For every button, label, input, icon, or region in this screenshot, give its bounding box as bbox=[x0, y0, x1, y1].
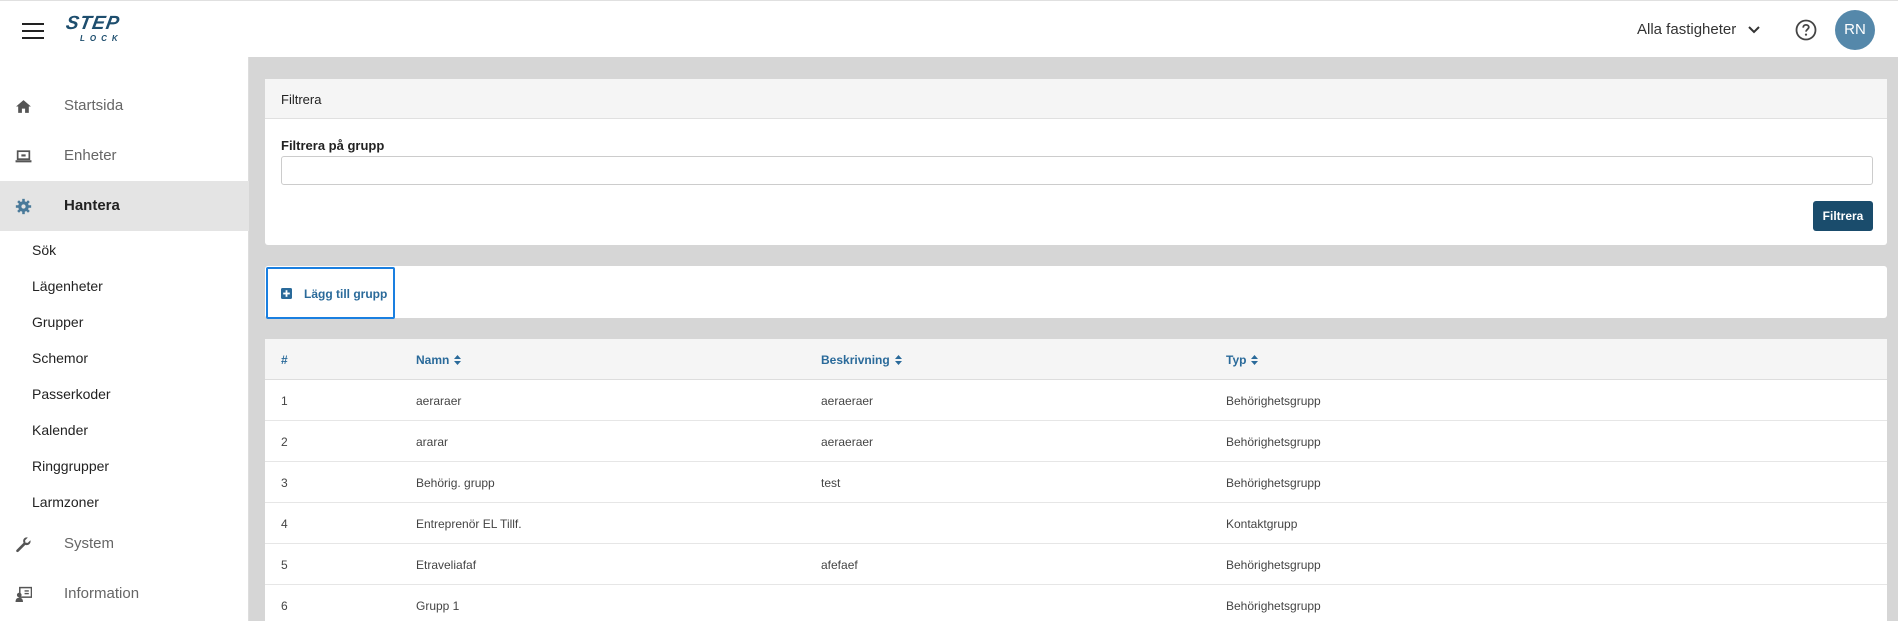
subnav-item-lagenheter[interactable]: Lägenheter bbox=[32, 278, 103, 294]
cell-namn: Behörig. grupp bbox=[416, 476, 495, 490]
filter-panel: Filtrera Filtrera på grupp Filtrera bbox=[265, 79, 1887, 245]
table-row[interactable]: 6 Grupp 1 Behörighetsgrupp bbox=[265, 585, 1887, 621]
filter-panel-title: Filtrera bbox=[281, 92, 322, 107]
plus-square-icon bbox=[281, 288, 292, 299]
logo-sub-text: LOCK bbox=[80, 34, 123, 43]
table-row[interactable]: 5 Etraveliafaf afefaef Behörighetsgrupp bbox=[265, 544, 1887, 585]
groups-table: # Namn Beskrivning Typ 1 aeraraer aeraer… bbox=[265, 339, 1887, 621]
sidebar-item-enheter[interactable]: Enheter bbox=[0, 131, 249, 181]
cell-namn: Etraveliafaf bbox=[416, 558, 477, 572]
column-header-namn[interactable]: Namn bbox=[416, 353, 462, 367]
top-bar: STEP LOCK Alla fastigheter RN bbox=[0, 0, 1898, 57]
add-group-panel: Lägg till grupp bbox=[265, 266, 1887, 319]
sidebar-item-information[interactable]: Information bbox=[0, 569, 249, 619]
cell-beskrivning: afefaef bbox=[821, 558, 858, 572]
cell-number: 5 bbox=[281, 558, 288, 572]
subnav-item-larmzoner[interactable]: Larmzoner bbox=[32, 494, 99, 510]
table-row[interactable]: 3 Behörig. grupp test Behörighetsgrupp bbox=[265, 462, 1887, 503]
steplock-logo[interactable]: STEP LOCK bbox=[62, 13, 142, 47]
info-person-icon bbox=[15, 586, 32, 602]
subnav-item-ringgrupper[interactable]: Ringgrupper bbox=[32, 458, 109, 474]
sidebar-item-label: Enheter bbox=[64, 147, 117, 164]
laptop-icon bbox=[15, 150, 32, 163]
add-group-label: Lägg till grupp bbox=[304, 287, 388, 301]
sidebar-item-hantera[interactable]: Hantera bbox=[0, 181, 249, 231]
home-icon bbox=[16, 100, 31, 113]
column-header-label: Typ bbox=[1226, 353, 1247, 367]
sidebar-item-system[interactable]: System bbox=[0, 519, 249, 569]
cell-typ: Behörighetsgrupp bbox=[1226, 435, 1321, 449]
cell-number: 6 bbox=[281, 599, 288, 613]
column-header-label: # bbox=[281, 353, 288, 367]
column-header-number[interactable]: # bbox=[281, 353, 288, 367]
subnav-item-schemor[interactable]: Schemor bbox=[32, 350, 88, 366]
add-group-button[interactable]: Lägg till grupp bbox=[266, 267, 395, 319]
sidebar-item-label: Hantera bbox=[64, 197, 120, 214]
subnav-item-grupper[interactable]: Grupper bbox=[32, 314, 83, 330]
filter-button[interactable]: Filtrera bbox=[1813, 201, 1873, 231]
cell-namn: Grupp 1 bbox=[416, 599, 460, 613]
property-selector[interactable]: Alla fastigheter bbox=[1637, 21, 1736, 38]
sidebar-item-label: Startsida bbox=[64, 97, 124, 114]
logo-main-text: STEP bbox=[64, 13, 122, 34]
help-icon[interactable] bbox=[1795, 19, 1817, 41]
sidebar-item-startsida[interactable]: Startsida bbox=[0, 81, 249, 131]
subnav-item-passerkoder[interactable]: Passerkoder bbox=[32, 386, 111, 402]
sort-icon bbox=[894, 355, 902, 365]
cell-number: 4 bbox=[281, 517, 288, 531]
cell-typ: Behörighetsgrupp bbox=[1226, 599, 1321, 613]
gear-icon bbox=[15, 198, 32, 215]
table-row[interactable]: 1 aeraraer aeraeraer Behörighetsgrupp bbox=[265, 380, 1887, 421]
sidebar-item-label: System bbox=[64, 535, 115, 552]
sidebar: Startsida Enheter Hantera Sök Lägenheter… bbox=[0, 57, 249, 621]
sort-icon bbox=[1251, 355, 1259, 365]
table-row[interactable]: 4 Entreprenör EL Tillf. Kontaktgrupp bbox=[265, 503, 1887, 544]
cell-beskrivning: aeraeraer bbox=[821, 435, 874, 449]
cell-namn: Entreprenör EL Tillf. bbox=[416, 517, 522, 531]
cell-typ: Behörighetsgrupp bbox=[1226, 558, 1321, 572]
cell-beskrivning: test bbox=[821, 476, 841, 490]
column-header-typ[interactable]: Typ bbox=[1226, 353, 1259, 367]
cell-namn: ararar bbox=[416, 435, 449, 449]
table-row[interactable]: 2 ararar aeraeraer Behörighetsgrupp bbox=[265, 421, 1887, 462]
table-header-row: # Namn Beskrivning Typ bbox=[265, 339, 1887, 380]
hamburger-menu-icon[interactable] bbox=[22, 23, 44, 39]
avatar[interactable]: RN bbox=[1835, 10, 1875, 50]
subnav-item-kalender[interactable]: Kalender bbox=[32, 422, 88, 438]
cell-typ: Kontaktgrupp bbox=[1226, 517, 1298, 531]
cell-typ: Behörighetsgrupp bbox=[1226, 476, 1321, 490]
filter-group-label: Filtrera på grupp bbox=[281, 138, 385, 153]
cell-typ: Behörighetsgrupp bbox=[1226, 394, 1321, 408]
filter-panel-header: Filtrera bbox=[265, 79, 1887, 119]
cell-beskrivning: aeraeraer bbox=[821, 394, 874, 408]
wrench-icon bbox=[16, 537, 31, 553]
column-header-label: Beskrivning bbox=[821, 353, 890, 367]
cell-number: 2 bbox=[281, 435, 288, 449]
sidebar-item-label: Information bbox=[64, 585, 140, 602]
column-header-label: Namn bbox=[416, 353, 450, 367]
column-header-beskrivning[interactable]: Beskrivning bbox=[821, 353, 902, 367]
subnav-item-sok[interactable]: Sök bbox=[32, 242, 56, 258]
cell-number: 3 bbox=[281, 476, 288, 490]
chevron-down-icon[interactable] bbox=[1746, 21, 1762, 37]
sort-icon bbox=[454, 355, 462, 365]
cell-number: 1 bbox=[281, 394, 288, 408]
filter-group-input[interactable] bbox=[281, 156, 1873, 185]
cell-namn: aeraraer bbox=[416, 394, 462, 408]
